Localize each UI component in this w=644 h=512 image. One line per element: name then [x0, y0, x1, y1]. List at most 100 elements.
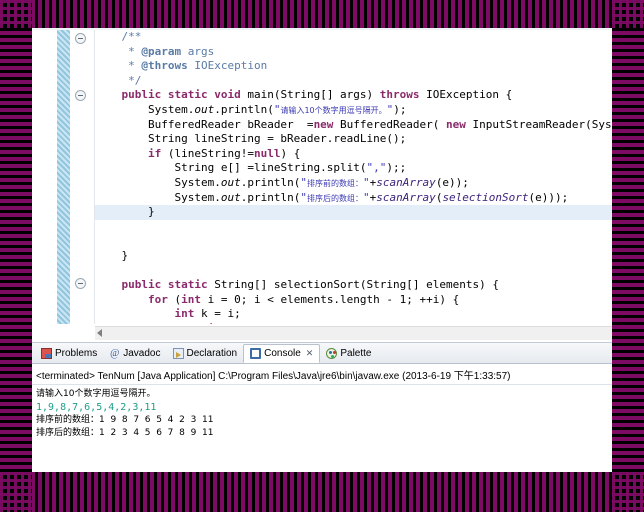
code-token: public static — [121, 278, 215, 292]
code-line[interactable]: public static void main(String[] args) t… — [95, 88, 612, 103]
code-token: System. — [147, 102, 195, 116]
editor-fold-column[interactable] — [70, 30, 95, 324]
panel-tab-bar: Problems @ Javadoc Declaration Console ✕ Palet… — [32, 343, 612, 364]
console-output[interactable]: 请输入10个数字用逗号隔开。 1,9,8,7,6,5,4,2,3,11 排序前的数组… — [32, 385, 612, 443]
code-token: out — [220, 175, 241, 189]
tab-label: Palette — [340, 348, 372, 359]
editor-overview-ruler[interactable] — [57, 30, 71, 324]
tab-javadoc[interactable]: @ Javadoc — [103, 344, 166, 363]
ide-window: /** * @param args * @throws IOException … — [32, 28, 612, 472]
code-token: out — [194, 102, 215, 116]
code-token: IOException — [187, 59, 268, 73]
code-token: InputStreamReader(System. — [472, 117, 612, 131]
code-token: (lineString!= — [161, 146, 254, 160]
code-token: ( — [194, 322, 208, 324]
console-output-line: 请输入10个数字用逗号隔开。 — [36, 389, 156, 399]
tab-label: Problems — [55, 348, 98, 359]
editor-horizontal-scrollbar[interactable] — [95, 326, 612, 340]
code-line[interactable]: if (lineString!=null) { — [95, 147, 612, 162]
code-token: new — [446, 117, 466, 131]
code-token: } — [147, 205, 155, 219]
code-line[interactable]: public static String[] selectionSort(Str… — [95, 278, 612, 293]
code-line[interactable]: * @param args — [95, 45, 612, 60]
code-line[interactable]: String lineString = bReader.readLine(); — [95, 132, 612, 147]
tab-problems[interactable]: Problems — [35, 344, 103, 363]
code-token: (e))); — [528, 190, 569, 204]
javadoc-icon: @ — [110, 348, 120, 359]
code-line[interactable]: /** — [95, 30, 612, 45]
code-editor[interactable]: /** * @param args * @throws IOException … — [32, 28, 612, 343]
code-line[interactable] — [95, 264, 612, 279]
code-line[interactable]: } — [95, 205, 612, 220]
palette-icon — [326, 348, 338, 359]
frame-corner-top-left — [0, 0, 32, 28]
code-token: "," — [366, 161, 387, 175]
code-token: j = i; j < elements.length; ++j) { — [227, 322, 459, 324]
collapse-icon[interactable] — [75, 90, 86, 101]
code-line[interactable]: System.out.println("排序前的数组："+scanArray(e… — [95, 176, 612, 191]
frame-corner-top-right — [612, 0, 644, 28]
code-token: .println( — [214, 102, 274, 116]
code-line[interactable] — [95, 220, 612, 235]
code-line[interactable]: int k = i; — [95, 307, 612, 322]
close-icon[interactable]: ✕ — [306, 348, 314, 359]
frame-band-bottom — [0, 472, 644, 512]
code-line[interactable]: String e[] =lineString.split(",");; — [95, 161, 612, 176]
code-token: int — [208, 322, 228, 324]
console-output-line: 排序前的数组：1 9 8 7 6 5 4 2 3 11 — [36, 415, 214, 425]
code-token: BufferedReader( — [333, 117, 447, 131]
code-token: scanArray — [376, 190, 436, 204]
code-token: " — [300, 190, 307, 204]
code-text-area[interactable]: /** * @param args * @throws IOException … — [95, 30, 612, 324]
tab-label: Javadoc — [123, 348, 161, 359]
code-line[interactable]: System.out.println("排序后的数组："+scanArray(s… — [95, 191, 612, 206]
code-token: ) { — [280, 146, 301, 160]
code-token: public static void — [121, 88, 248, 102]
code-line[interactable]: System.out.println("请输入10个数字用逗号隔开。"); — [95, 103, 612, 118]
code-line[interactable]: * @throws IOException — [95, 59, 612, 74]
code-line[interactable]: */ — [95, 74, 612, 89]
code-token: args — [181, 44, 215, 58]
console-process-header: <terminated> TenNum [Java Application] C… — [32, 364, 612, 385]
collapse-icon[interactable] — [75, 278, 86, 289]
code-token: k = i; — [194, 307, 241, 321]
code-token: /** — [121, 30, 142, 43]
code-token: } — [121, 248, 129, 262]
declaration-icon — [172, 348, 184, 359]
console-icon — [250, 348, 262, 359]
code-token: null — [253, 146, 281, 160]
left-arrow-icon[interactable] — [97, 329, 102, 337]
code-line[interactable]: BufferedReader bReader = new BufferedRead… — [95, 118, 612, 133]
collapse-icon[interactable] — [75, 33, 86, 44]
code-line[interactable]: } — [95, 249, 612, 264]
code-line[interactable]: for (int j = i; j < elements.length; ++j… — [95, 322, 612, 324]
tab-palette[interactable]: Palette — [320, 344, 377, 363]
code-token: */ — [121, 73, 142, 87]
code-token: String[] selectionSort(String[] elements… — [214, 278, 499, 292]
code-token: IOException { — [419, 88, 513, 102]
code-token: ); — [393, 102, 407, 116]
decorative-frame: /** * @param args * @throws IOException … — [0, 0, 644, 512]
tab-declaration[interactable]: Declaration — [167, 344, 244, 363]
code-token: i = 0; i < elements.length - 1; ++i) { — [200, 292, 460, 306]
code-token: .println( — [240, 190, 301, 204]
code-token: ( — [167, 292, 182, 306]
code-line[interactable] — [95, 234, 612, 249]
code-token: int — [181, 292, 201, 306]
tab-console[interactable]: Console ✕ — [243, 344, 321, 363]
code-token: BufferedReader bReader = — [147, 117, 314, 131]
code-line[interactable]: for (int i = 0; i < elements.length - 1;… — [95, 293, 612, 308]
code-token: 请输入10个数字用逗号隔开。 — [280, 105, 387, 115]
